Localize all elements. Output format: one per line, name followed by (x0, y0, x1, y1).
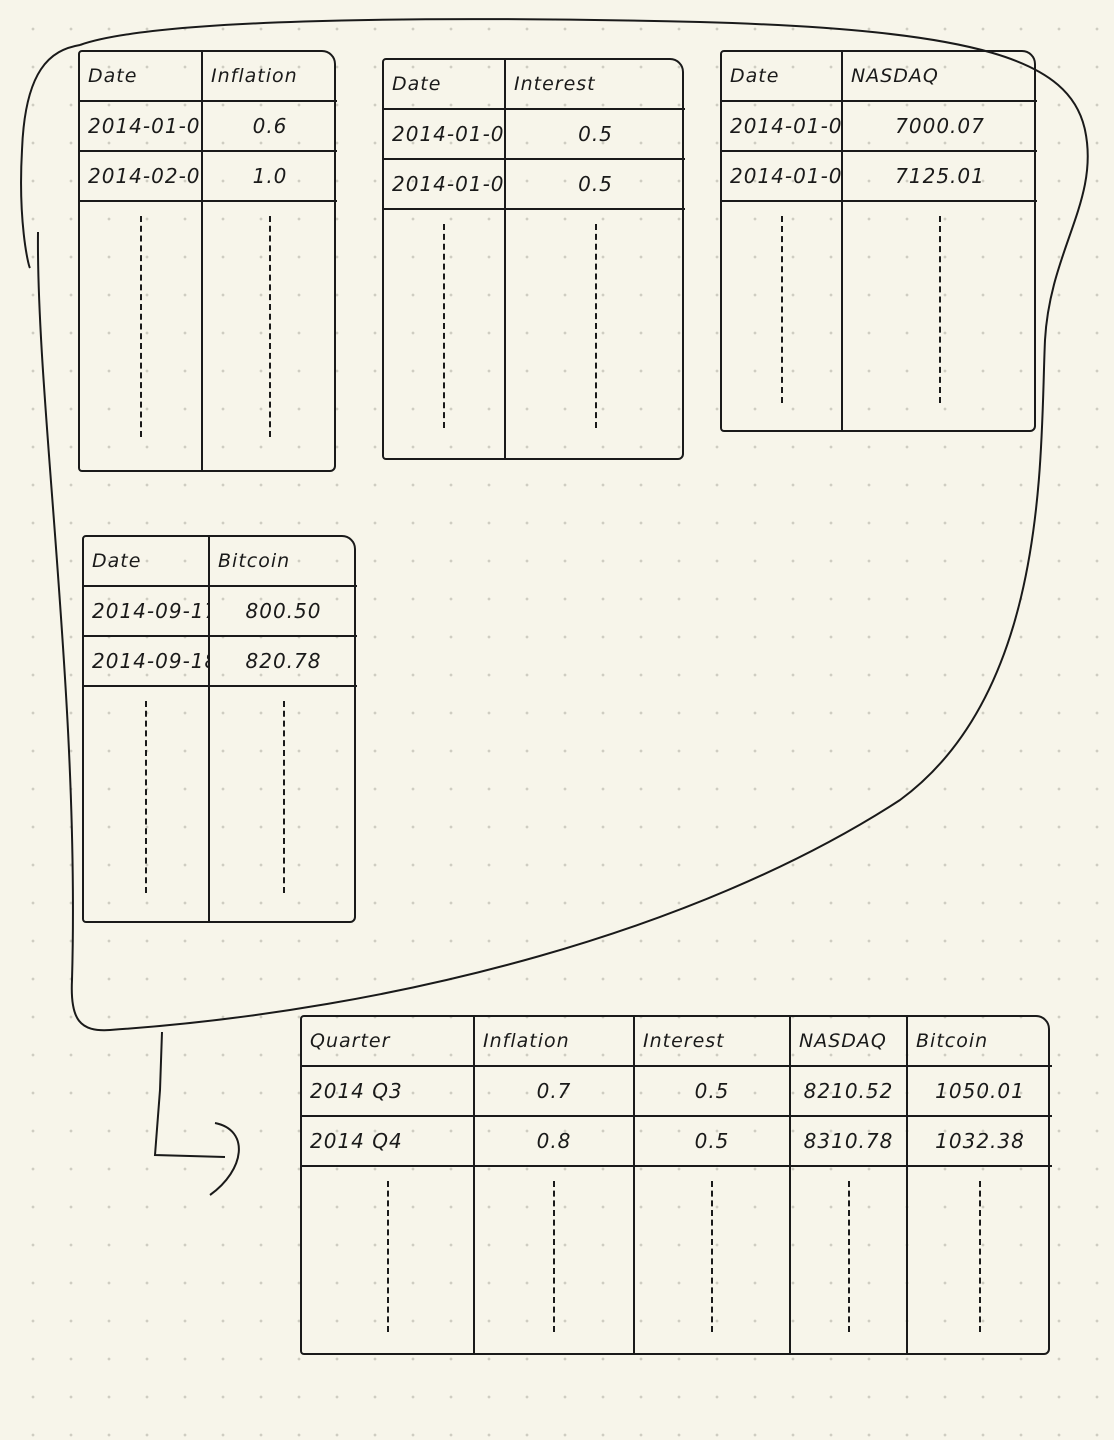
column-header: Date (84, 537, 210, 587)
table-grid: Quarter Inflation Interest NASDAQ Bitcoin 201… (302, 1017, 1052, 1353)
column-header: Quarter (302, 1017, 475, 1067)
ellipsis-marks (847, 1181, 850, 1333)
ellipsis-marks (282, 701, 285, 894)
table-cell: 0.8 (474, 1116, 635, 1167)
table-row: 2014-01-027125.01 (722, 151, 1037, 202)
table-cell: 2014-01-01 (722, 101, 843, 152)
continuation-row (722, 201, 1037, 430)
table-row: 2014-01-01 0.6 (80, 101, 337, 152)
table-cell: 7125.01 (842, 151, 1037, 202)
bitcoin-table: Date Bitcoin 2014-09-17 800.50 2014-09-18 820… (82, 535, 357, 923)
continuation-row (84, 686, 357, 921)
ellipsis-marks (386, 1181, 389, 1333)
ellipsis-marks (711, 1181, 713, 1333)
continuation-row (384, 209, 685, 458)
header-row: Date Inflation (80, 52, 337, 102)
table-cell: 1032.38 (907, 1116, 1052, 1167)
table-cell: 2014-01-01 (384, 109, 506, 160)
ellipsis-marks (594, 224, 597, 428)
nasdaq-table: DateNASDAQ2014-01-017000.072014-01-02712… (720, 50, 1037, 432)
column-header: Date (80, 52, 203, 102)
continuation-cell (474, 1166, 635, 1353)
ellipsis-marks (139, 216, 142, 437)
continuation-cell (384, 209, 506, 458)
column-header: Bitcoin (209, 537, 357, 587)
column-header: NASDAQ (842, 52, 1037, 102)
table-cell: 2014-09-18 (84, 636, 210, 687)
ellipsis-marks (443, 224, 445, 428)
continuation-cell (84, 686, 210, 921)
continuation-cell (842, 201, 1037, 430)
continuation-cell (505, 209, 685, 458)
table-cell: 1050.01 (907, 1066, 1052, 1117)
continuation-cell (722, 201, 843, 430)
table-cell: 2014 Q3 (302, 1066, 475, 1117)
table-cell: 0.5 (634, 1116, 791, 1167)
header-row: Date NASDAQ (722, 52, 1037, 102)
continuation-cell (302, 1166, 475, 1353)
column-header: NASDAQ (790, 1017, 908, 1067)
column-header: Date (722, 52, 843, 102)
continuation-cell (790, 1166, 908, 1353)
table-cell: 2014 Q4 (302, 1116, 475, 1167)
table-cell: 0.7 (474, 1066, 635, 1117)
header-row: Date Interest (384, 60, 685, 110)
continuation-row (302, 1166, 1052, 1353)
continuation-row (80, 201, 337, 470)
table-row: 2014-02-01 1.0 (80, 151, 337, 202)
table-cell: 0.5 (634, 1066, 791, 1117)
table-row: 2014-01-010.5 (384, 109, 685, 160)
continuation-cell (202, 201, 337, 470)
table-cell: 0.5 (505, 159, 685, 210)
column-header: Bitcoin (907, 1017, 1052, 1067)
table-cell: 2014-01-01 (80, 101, 203, 152)
table-row: 2014-01-017000.07 (722, 101, 1037, 152)
table-cell: 2014-09-17 (84, 586, 210, 637)
table-row: 2014 Q4 0.8 0.5 8310.78 1032.38 (302, 1116, 1052, 1167)
table-row: 2014-01-010.5 (384, 159, 685, 210)
ellipsis-marks (145, 701, 147, 894)
ellipsis-marks (780, 216, 783, 403)
header-row: Quarter Inflation Interest NASDAQ Bitcoin (302, 1017, 1052, 1067)
table-grid: DateNASDAQ2014-01-017000.072014-01-02712… (722, 52, 1037, 430)
ellipsis-marks (979, 1181, 981, 1333)
table-row: 2014-09-17 800.50 (84, 586, 357, 637)
table-cell: 2014-02-01 (80, 151, 203, 202)
merged-quarterly-table: Quarter Inflation Interest NASDAQ Bitcoin 201… (300, 1015, 1052, 1355)
column-header: Inflation (202, 52, 337, 102)
table-cell: 8210.52 (790, 1066, 908, 1117)
column-header: Interest (634, 1017, 791, 1067)
table-grid: Date Bitcoin 2014-09-17 800.50 2014-09-18 820… (84, 537, 357, 921)
table-cell: 2014-01-02 (722, 151, 843, 202)
flow-arrow (153, 1031, 226, 1158)
table-cell: 2014-01-01 (384, 159, 506, 210)
continuation-cell (209, 686, 357, 921)
table-cell: 820.78 (209, 636, 357, 687)
table-cell: 7000.07 (842, 101, 1037, 152)
ellipsis-marks (553, 1181, 555, 1333)
interest-table: DateInterest2014-01-010.52014-01-010.5 (382, 58, 685, 460)
ellipsis-marks (939, 216, 941, 403)
table-row: 2014-09-18 820.78 (84, 636, 357, 687)
column-header: Interest (505, 60, 685, 110)
table-cell: 1.0 (202, 151, 337, 202)
table-grid: DateInterest2014-01-010.52014-01-010.5 (384, 60, 685, 458)
column-header: Inflation (474, 1017, 635, 1067)
table-cell: 0.5 (505, 109, 685, 160)
table-cell: 0.6 (202, 101, 337, 152)
header-row: Date Bitcoin (84, 537, 357, 587)
inflation-table: Date Inflation 2014-01-01 0.6 2014-02-01 1.0 (78, 50, 337, 472)
column-header: Date (384, 60, 506, 110)
continuation-cell (634, 1166, 791, 1353)
table-cell: 800.50 (209, 586, 357, 637)
continuation-cell (80, 201, 203, 470)
table-row: 2014 Q3 0.7 0.5 8210.52 1050.01 (302, 1066, 1052, 1117)
table-grid: Date Inflation 2014-01-01 0.6 2014-02-01 1.0 (80, 52, 337, 470)
arrow-head-icon (209, 1122, 240, 1196)
continuation-cell (907, 1166, 1052, 1353)
table-cell: 8310.78 (790, 1116, 908, 1167)
ellipsis-marks (269, 216, 271, 437)
